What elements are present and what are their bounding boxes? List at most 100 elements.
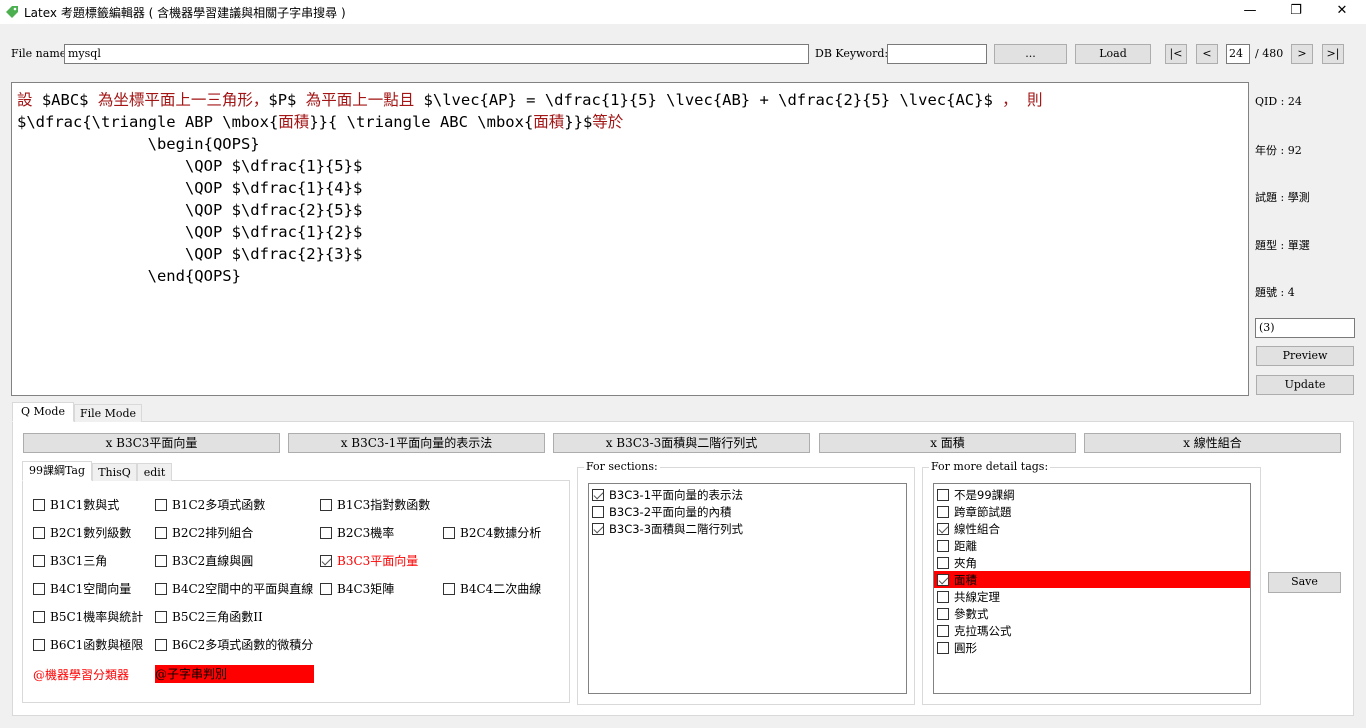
maximize-button[interactable]: ❐	[1273, 0, 1319, 24]
checkbox-box[interactable]	[33, 526, 45, 539]
syllabus-checkbox[interactable]: B3C2直線與圓	[155, 552, 253, 569]
first-page-button[interactable]: |<	[1165, 44, 1187, 64]
checkbox-box[interactable]	[155, 610, 167, 623]
checkbox-box[interactable]	[592, 522, 604, 535]
remove-tag-button[interactable]: x 面積	[819, 433, 1076, 453]
update-button[interactable]: Update	[1256, 375, 1354, 395]
syllabus-checkbox[interactable]: B1C1數與式	[33, 496, 119, 513]
checkbox-box[interactable]	[155, 582, 167, 595]
syllabus-checkbox[interactable]: B5C1機率與統計	[33, 608, 143, 625]
syllabus-checkbox[interactable]: B4C4二次曲線	[443, 580, 541, 597]
list-item[interactable]: B3C3-1平面向量的表示法	[589, 486, 906, 503]
substring-match-label[interactable]: @子字串判別	[155, 665, 314, 683]
details-list[interactable]: 不是99課綱 跨章節試題 線性組合 距離 夾角 面積 共線定理 參數式 克拉瑪公式 圓形	[933, 483, 1251, 694]
tab-q-mode[interactable]: Q Mode	[12, 402, 74, 422]
remove-tag-button[interactable]: x B3C3-3面積與二階行列式	[553, 433, 810, 453]
checkbox-box[interactable]	[33, 554, 45, 567]
syllabus-checkbox[interactable]: B3C1三角	[33, 552, 107, 569]
checkbox-box[interactable]	[155, 554, 167, 567]
checkbox-box[interactable]	[33, 498, 45, 511]
ml-classifier-label[interactable]: @機器學習分類器	[33, 666, 129, 683]
syllabus-checkbox[interactable]: B2C2排列組合	[155, 524, 253, 541]
syllabus-checkbox[interactable]: B4C2空間中的平面與直線	[155, 580, 313, 597]
remove-tag-button[interactable]: x B3C3-1平面向量的表示法	[288, 433, 545, 453]
checkbox-label: B5C1機率與統計	[50, 610, 144, 624]
tab-file-mode[interactable]: File Mode	[74, 404, 142, 422]
sections-list[interactable]: B3C3-1平面向量的表示法 B3C3-2平面向量的內積 B3C3-3面積與二階行列…	[588, 483, 907, 694]
list-item[interactable]: B3C3-2平面向量的內積	[589, 503, 906, 520]
checkbox-box[interactable]	[937, 624, 949, 637]
checkbox-box[interactable]	[320, 582, 332, 595]
checkbox-box[interactable]	[320, 526, 332, 539]
last-page-button[interactable]: >|	[1322, 44, 1344, 64]
tab-edit[interactable]: edit	[137, 463, 172, 481]
list-item[interactable]: 共線定理	[934, 588, 1250, 605]
checkbox-box[interactable]	[937, 505, 949, 518]
db-keyword-input[interactable]	[887, 44, 987, 64]
file-name-label: File name:	[11, 47, 70, 60]
syllabus-checkbox[interactable]: B6C1函數與極限	[33, 636, 143, 653]
checkbox-box[interactable]	[937, 539, 949, 552]
checkbox-box[interactable]	[320, 498, 332, 511]
checkbox-box[interactable]	[937, 573, 949, 586]
remove-tag-button[interactable]: x B3C3平面向量	[23, 433, 280, 453]
syllabus-checkbox[interactable]: B6C2多項式函數的微積分	[155, 636, 313, 653]
remove-tag-button[interactable]: x 線性組合	[1084, 433, 1341, 453]
syllabus-checkbox[interactable]: B2C4數據分析	[443, 524, 541, 541]
checkbox-box[interactable]	[592, 505, 604, 518]
list-item[interactable]: 圓形	[934, 639, 1250, 656]
save-button[interactable]: Save	[1268, 572, 1341, 593]
checkbox-label: B1C1數與式	[50, 498, 120, 512]
page-input[interactable]: 24	[1226, 44, 1250, 64]
answer-input[interactable]: (3)	[1255, 318, 1355, 338]
load-button[interactable]: Load	[1075, 44, 1151, 64]
checkbox-box[interactable]	[320, 554, 332, 567]
syllabus-checkbox[interactable]: B2C1數列級數	[33, 524, 131, 541]
preview-button[interactable]: Preview	[1256, 346, 1354, 366]
list-item[interactable]: 不是99課綱	[934, 486, 1250, 503]
close-button[interactable]: ✕	[1319, 0, 1365, 24]
minimize-button[interactable]: —	[1227, 0, 1273, 24]
checkbox-box[interactable]	[937, 488, 949, 501]
prev-page-button[interactable]: <	[1196, 44, 1218, 64]
list-item[interactable]: 跨章節試題	[934, 503, 1250, 520]
syllabus-checkbox[interactable]: B4C3矩陣	[320, 580, 394, 597]
latex-editor[interactable]: 設 $ABC$ 為坐標平面上一三角形，$P$ 為平面上一點且 $\lvec{AP…	[11, 82, 1249, 396]
list-item[interactable]: 面積	[934, 571, 1250, 588]
checkbox-box[interactable]	[33, 610, 45, 623]
syllabus-checkbox[interactable]: B1C2多項式函數	[155, 496, 265, 513]
checkbox-box[interactable]	[155, 498, 167, 511]
list-item[interactable]: 夾角	[934, 554, 1250, 571]
checkbox-box[interactable]	[33, 638, 45, 651]
checkbox-box[interactable]	[937, 590, 949, 603]
checkbox-box[interactable]	[937, 522, 949, 535]
checkbox-label: B3C1三角	[50, 554, 108, 568]
tab-this-q[interactable]: ThisQ	[92, 463, 137, 481]
syllabus-checkbox[interactable]: B2C3機率	[320, 524, 394, 541]
list-item[interactable]: 線性組合	[934, 520, 1250, 537]
tab-syllabus-tag[interactable]: 99課綱Tag	[22, 461, 92, 481]
syllabus-checkbox[interactable]: B5C2三角函數II	[155, 608, 263, 625]
list-item[interactable]: 克拉瑪公式	[934, 622, 1250, 639]
next-page-button[interactable]: >	[1291, 44, 1313, 64]
checkbox-box[interactable]	[443, 526, 455, 539]
checkbox-box[interactable]	[937, 556, 949, 569]
browse-button[interactable]: ...	[994, 44, 1067, 64]
checkbox-box[interactable]	[443, 582, 455, 595]
list-item[interactable]: B3C3-3面積與二階行列式	[589, 520, 906, 537]
checkbox-box[interactable]	[937, 607, 949, 620]
checkbox-box[interactable]	[937, 641, 949, 654]
checkbox-box[interactable]	[33, 582, 45, 595]
syllabus-checkbox[interactable]: B1C3指對數函數	[320, 496, 430, 513]
syllabus-checkbox[interactable]: B4C1空間向量	[33, 580, 131, 597]
checkbox-box[interactable]	[155, 526, 167, 539]
checkbox-box[interactable]	[155, 638, 167, 651]
list-item[interactable]: 距離	[934, 537, 1250, 554]
list-item[interactable]: 參數式	[934, 605, 1250, 622]
list-item-label: 圓形	[954, 640, 977, 655]
editor-text: \QOP $\dfrac{2}{3}$	[17, 245, 363, 263]
checkbox-box[interactable]	[592, 488, 604, 501]
editor-text: \QOP $\dfrac{2}{5}$	[17, 201, 363, 219]
file-name-input[interactable]: mysql	[64, 44, 809, 64]
syllabus-checkbox[interactable]: B3C3平面向量	[320, 552, 418, 569]
